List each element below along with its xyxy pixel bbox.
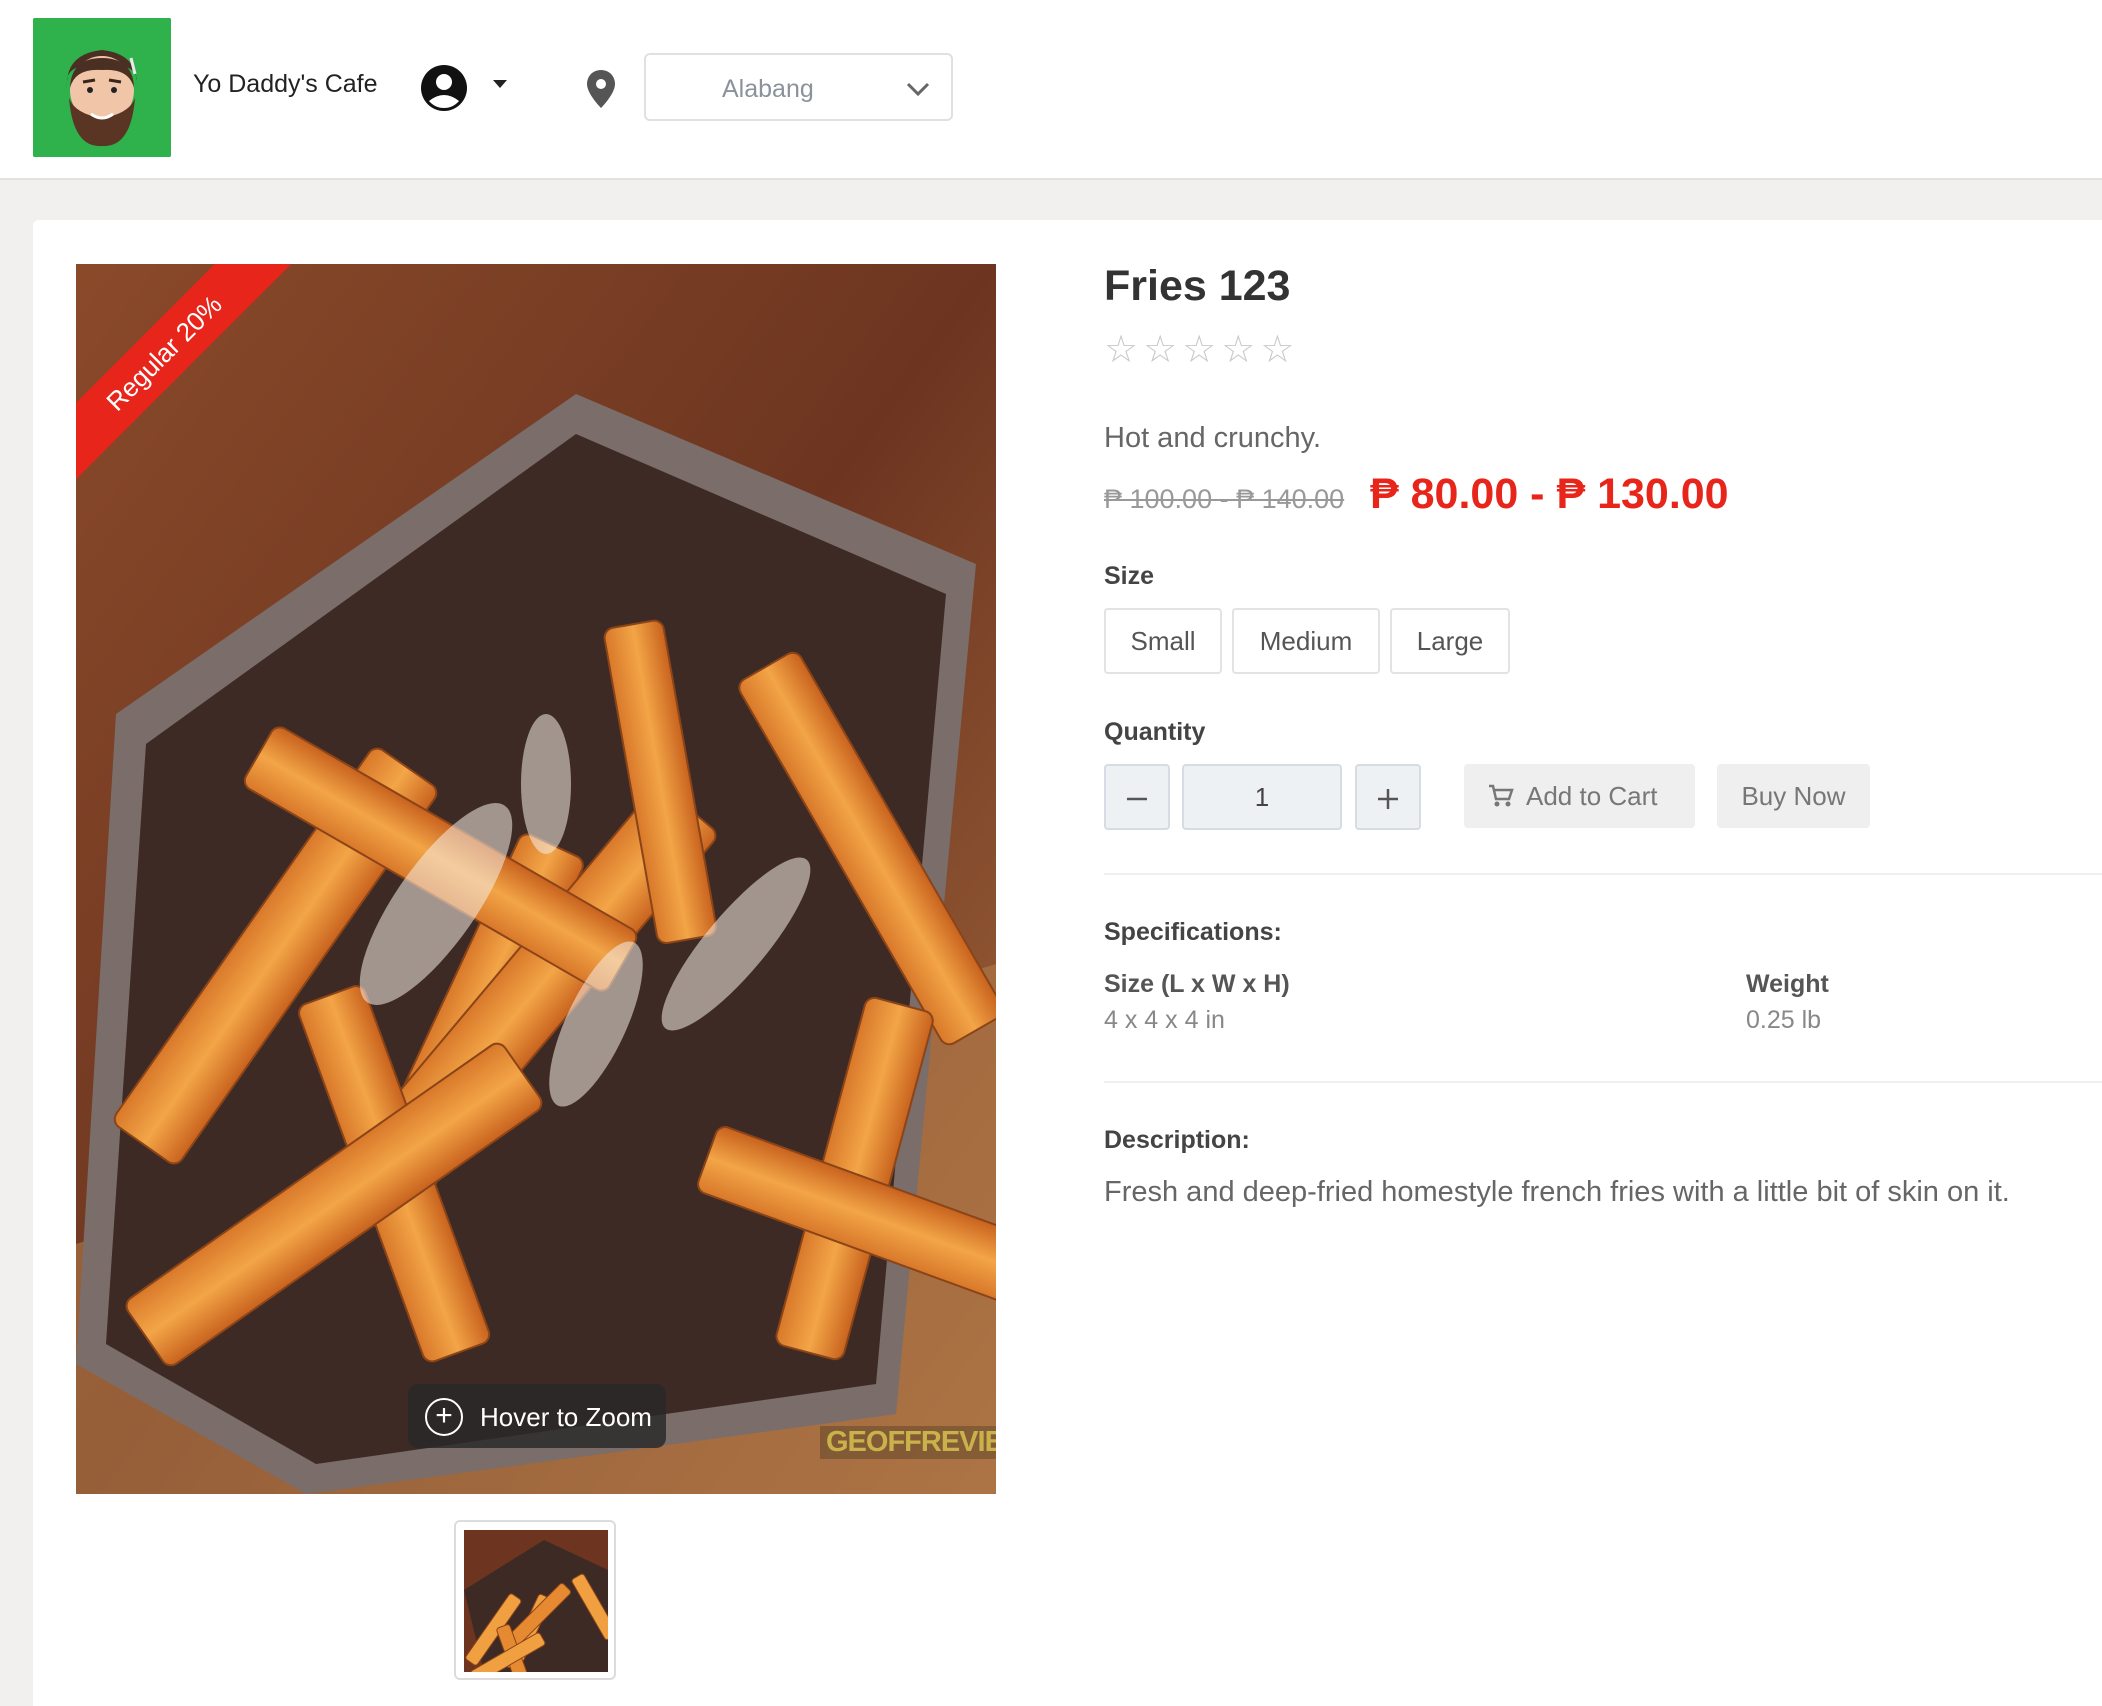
chevron-down-icon: [906, 82, 930, 97]
spec-weight-value: 0.25 lb: [1746, 1006, 1822, 1034]
account-dropdown-caret-icon[interactable]: [493, 80, 507, 88]
product-thumbnail[interactable]: [454, 1520, 616, 1680]
star-icon[interactable]: ☆: [1260, 330, 1294, 370]
bearded-man-logo-icon: [33, 18, 171, 157]
brand-name[interactable]: Yo Daddy's Cafe: [193, 70, 378, 99]
account-icon[interactable]: [420, 64, 468, 112]
product-title: Fries 123: [1104, 262, 1291, 310]
hover-to-zoom-hint: + Hover to Zoom: [408, 1384, 666, 1448]
discount-ribbon: Regular 20%: [76, 264, 296, 484]
cart-icon: [1489, 784, 1514, 807]
buy-now-button[interactable]: Buy Now: [1717, 764, 1870, 828]
zoom-hint-label: Hover to Zoom: [480, 1402, 652, 1432]
size-option-medium[interactable]: Medium: [1232, 608, 1380, 674]
discount-ribbon-label: Regular 20%: [76, 264, 296, 484]
fries-thumbnail-photo: [464, 1530, 608, 1672]
product-tagline: Hot and crunchy.: [1104, 422, 1322, 454]
divider: [1104, 873, 2102, 875]
rating-stars[interactable]: ☆ ☆ ☆ ☆ ☆: [1104, 330, 1299, 370]
plus-icon: [1378, 789, 1398, 809]
sale-price: ₱ 80.00 - ₱ 130.00: [1370, 470, 1729, 518]
product-description: Fresh and deep-fried homestyle french fr…: [1104, 1176, 2010, 1208]
photo-watermark: GEOFFREVIEW: [820, 1426, 996, 1459]
product-main-image[interactable]: Regular 20% + Hover to Zoom GEOFFREVIEW: [76, 264, 996, 1494]
quantity-input[interactable]: 1: [1182, 764, 1342, 830]
add-to-cart-label: Add to Cart: [1526, 781, 1658, 811]
original-price: ₱ 100.00 - ₱ 140.00: [1104, 484, 1345, 514]
thumbnail-image: [464, 1530, 608, 1672]
quantity-increment-button[interactable]: [1355, 764, 1421, 830]
location-select[interactable]: Alabang: [644, 53, 953, 121]
star-icon[interactable]: ☆: [1104, 330, 1138, 370]
star-icon[interactable]: ☆: [1221, 330, 1255, 370]
quantity-decrement-button[interactable]: [1104, 764, 1170, 830]
star-icon[interactable]: ☆: [1143, 330, 1177, 370]
spec-weight-key: Weight: [1746, 970, 1829, 998]
minus-icon: [1127, 797, 1147, 801]
specifications-label: Specifications:: [1104, 918, 1282, 946]
location-selected-value: Alabang: [722, 75, 814, 103]
top-navbar: Yo Daddy's Cafe Alabang: [0, 0, 2102, 180]
size-option-small[interactable]: Small: [1104, 608, 1222, 674]
star-icon[interactable]: ☆: [1182, 330, 1216, 370]
spec-size-value: 4 x 4 x 4 in: [1104, 1006, 1225, 1034]
description-label: Description:: [1104, 1126, 1250, 1154]
divider: [1104, 1081, 2102, 1083]
zoom-plus-icon: +: [425, 1398, 463, 1436]
quantity-label: Quantity: [1104, 718, 1206, 746]
location-pin-icon: [587, 70, 615, 108]
size-option-large[interactable]: Large: [1390, 608, 1510, 674]
cafe-logo[interactable]: [33, 18, 171, 157]
add-to-cart-button[interactable]: Add to Cart: [1464, 764, 1695, 828]
spec-size-key: Size (L x W x H): [1104, 970, 1290, 998]
size-label: Size: [1104, 562, 1155, 590]
